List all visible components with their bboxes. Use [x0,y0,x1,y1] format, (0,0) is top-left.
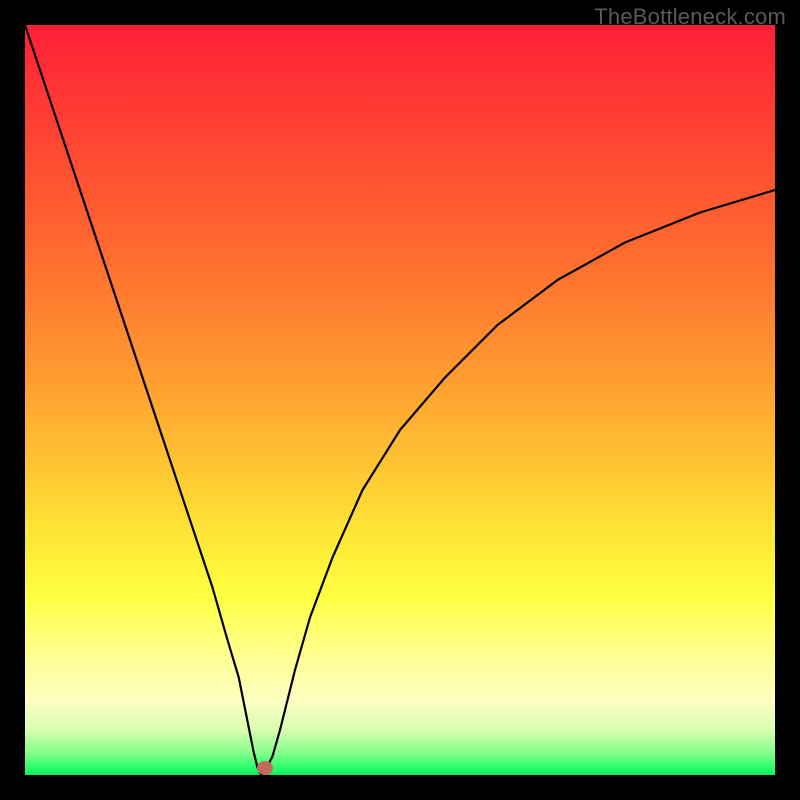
bottleneck-curve [25,25,775,775]
min-marker-dot [257,761,273,775]
curve-svg [25,25,775,775]
plot-area [25,25,775,775]
chart-frame: TheBottleneck.com [0,0,800,800]
